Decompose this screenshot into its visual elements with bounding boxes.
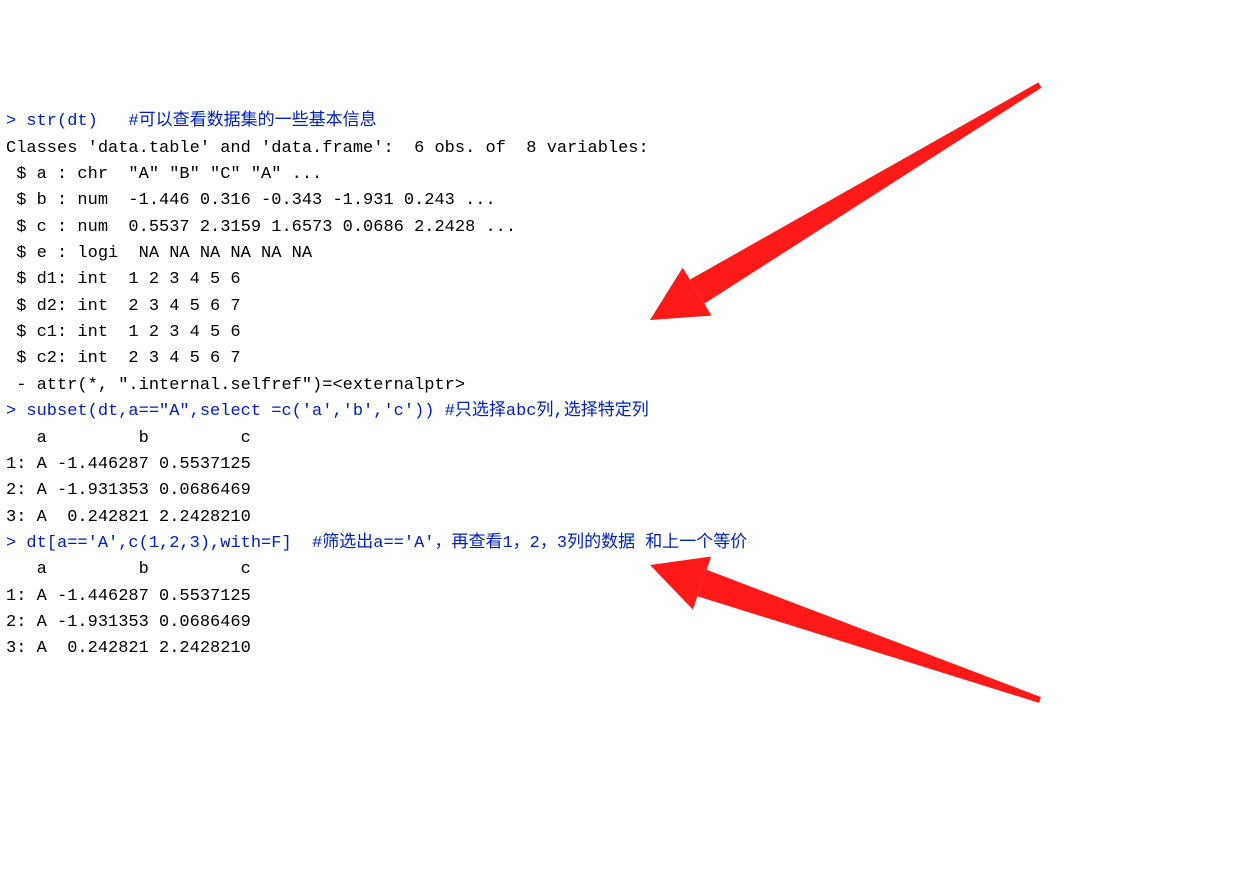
console-line: $ d2: int 2 3 4 5 6 7	[6, 294, 1248, 320]
console-line: - attr(*, ".internal.selfref")=<external…	[6, 373, 1248, 399]
console-line: > dt[a=='A',c(1,2,3),with=F] #筛选出a=='A'，…	[6, 531, 1248, 557]
r-output: a b c	[6, 429, 251, 448]
console-line: $ a : chr "A" "B" "C" "A" ...	[6, 162, 1248, 188]
r-output: $ c2: int 2 3 4 5 6 7	[6, 349, 241, 368]
r-output: 3: A 0.242821 2.2428210	[6, 508, 251, 527]
r-output: $ e : logi NA NA NA NA NA NA	[6, 244, 312, 263]
r-console-output: > str(dt) #可以查看数据集的一些基本信息 Classes 'data.t…	[6, 109, 1248, 662]
r-output: 3: A 0.242821 2.2428210	[6, 639, 251, 658]
console-line: 1: A -1.446287 0.5537125	[6, 584, 1248, 610]
r-comment: #只选择abc列,选择特定列	[445, 402, 649, 421]
console-line: 3: A 0.242821 2.2428210	[6, 505, 1248, 531]
console-line: $ c2: int 2 3 4 5 6 7	[6, 346, 1248, 372]
r-output: 2: A -1.931353 0.0686469	[6, 613, 251, 632]
r-comment: #可以查看数据集的一些基本信息	[128, 112, 376, 131]
r-code: str(dt)	[26, 112, 128, 131]
r-code: subset(dt,a=="A",select =c('a','b','c'))	[26, 402, 444, 421]
console-line: $ b : num -1.446 0.316 -0.343 -1.931 0.2…	[6, 188, 1248, 214]
r-output: $ a : chr "A" "B" "C" "A" ...	[6, 165, 322, 184]
console-line: $ d1: int 1 2 3 4 5 6	[6, 267, 1248, 293]
console-line: 2: A -1.931353 0.0686469	[6, 610, 1248, 636]
console-line: $ c : num 0.5537 2.3159 1.6573 0.0686 2.…	[6, 215, 1248, 241]
r-output: $ d2: int 2 3 4 5 6 7	[6, 297, 241, 316]
console-line: a b c	[6, 426, 1248, 452]
r-output: $ c1: int 1 2 3 4 5 6	[6, 323, 241, 342]
r-prompt: >	[6, 402, 26, 421]
console-line: 1: A -1.446287 0.5537125	[6, 452, 1248, 478]
r-code: dt[a=='A',c(1,2,3),with=F]	[26, 534, 312, 553]
console-line: > subset(dt,a=="A",select =c('a','b','c'…	[6, 399, 1248, 425]
r-output: 1: A -1.446287 0.5537125	[6, 455, 251, 474]
r-prompt: >	[6, 112, 26, 131]
console-line: 3: A 0.242821 2.2428210	[6, 636, 1248, 662]
r-output: a b c	[6, 560, 251, 579]
console-line: 2: A -1.931353 0.0686469	[6, 478, 1248, 504]
r-output: 2: A -1.931353 0.0686469	[6, 481, 251, 500]
console-line: a b c	[6, 557, 1248, 583]
r-output: - attr(*, ".internal.selfref")=<external…	[6, 376, 475, 395]
r-comment: #筛选出a=='A'，再查看1，2，3列的数据 和上一个等价	[312, 534, 747, 553]
r-output: 1: A -1.446287 0.5537125	[6, 587, 251, 606]
r-output: $ c : num 0.5537 2.3159 1.6573 0.0686 2.…	[6, 218, 516, 237]
console-line: $ c1: int 1 2 3 4 5 6	[6, 320, 1248, 346]
r-output: Classes 'data.table' and 'data.frame': 6…	[6, 139, 649, 158]
r-prompt: >	[6, 534, 26, 553]
r-output: $ b : num -1.446 0.316 -0.343 -1.931 0.2…	[6, 191, 496, 210]
console-line: $ e : logi NA NA NA NA NA NA	[6, 241, 1248, 267]
console-line: > str(dt) #可以查看数据集的一些基本信息	[6, 109, 1248, 135]
r-output: $ d1: int 1 2 3 4 5 6	[6, 270, 241, 289]
console-line: Classes 'data.table' and 'data.frame': 6…	[6, 136, 1248, 162]
